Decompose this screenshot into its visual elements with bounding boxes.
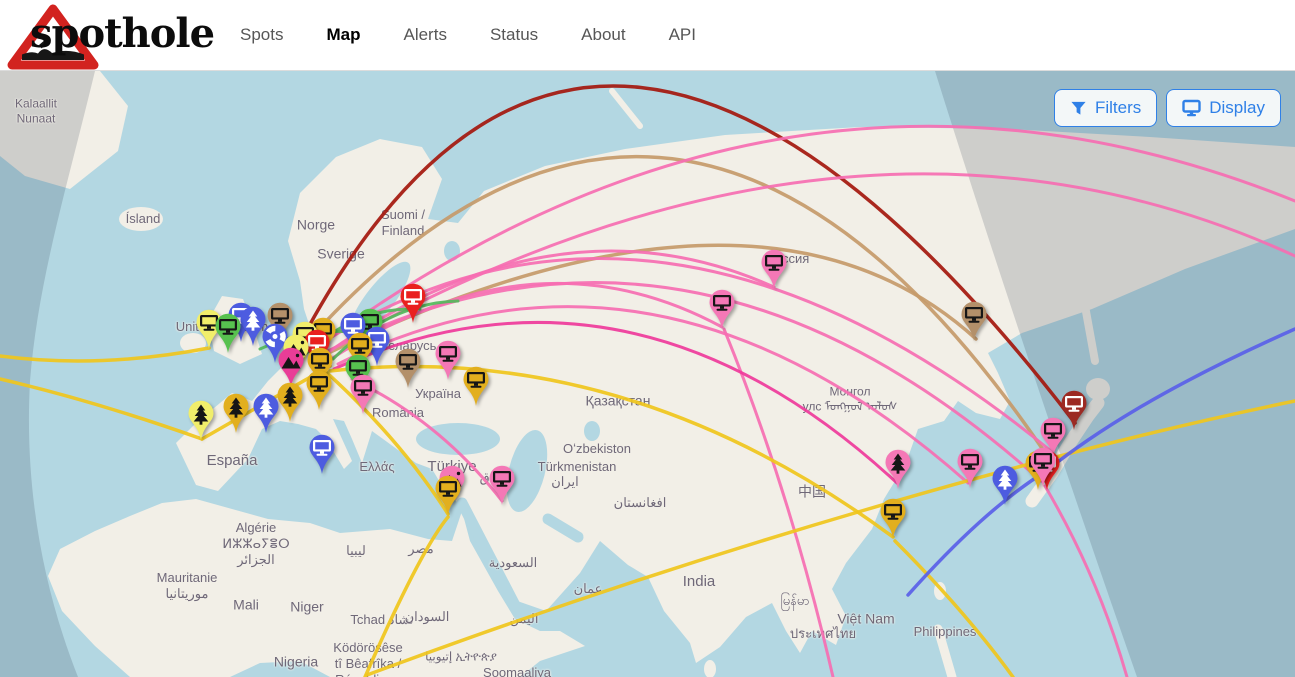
map-pin-monitor[interactable] <box>959 300 989 342</box>
spot-paths-layer <box>0 71 1295 677</box>
spot-arc <box>322 259 1051 451</box>
spot-arc <box>0 379 202 439</box>
map-pin-tree[interactable] <box>883 448 913 490</box>
nav-alerts[interactable]: Alerts <box>403 25 446 45</box>
map-pin-tree[interactable] <box>186 399 216 441</box>
map-pin-tree[interactable] <box>221 392 251 434</box>
display-button-label: Display <box>1209 98 1265 118</box>
map-pin-monitor[interactable] <box>1028 446 1058 488</box>
nav-spots[interactable]: Spots <box>240 25 283 45</box>
map-pin-tree[interactable] <box>251 392 281 434</box>
spot-arc <box>365 517 448 677</box>
spot-arc <box>342 174 1295 343</box>
map-pin-monitor[interactable] <box>487 464 517 506</box>
map-pin-monitor[interactable] <box>398 282 428 324</box>
brand-name: spothole <box>30 1 214 67</box>
map-pin-monitor[interactable] <box>461 365 491 407</box>
map-pin-monitor[interactable] <box>759 248 789 290</box>
map-pin-tree[interactable] <box>990 464 1020 506</box>
display-icon <box>1182 99 1201 117</box>
map-pin-monitor[interactable] <box>393 347 423 389</box>
filters-button-label: Filters <box>1095 98 1141 118</box>
map-pin-monitor[interactable] <box>307 433 337 475</box>
map-pin-monitor[interactable] <box>878 497 908 539</box>
spot-arc <box>895 541 1013 677</box>
display-button[interactable]: Display <box>1166 89 1281 127</box>
spot-arc <box>0 348 209 361</box>
filter-icon <box>1070 100 1087 117</box>
logo[interactable]: spothole <box>4 1 214 69</box>
nav-map[interactable]: Map <box>326 25 360 45</box>
map-pin-monitor[interactable] <box>348 373 378 415</box>
map-pin-monitor[interactable] <box>433 474 463 516</box>
map-controls: Filters Display <box>1054 89 1281 127</box>
map-pin-monitor[interactable] <box>707 288 737 330</box>
spot-arc <box>367 401 1295 675</box>
map-pin-monitor[interactable] <box>213 312 243 354</box>
nav-api[interactable]: API <box>669 25 696 45</box>
spot-arc <box>330 367 893 537</box>
app-header: spothole Spots Map Alerts Status About API <box>0 0 1295 70</box>
nav-about[interactable]: About <box>581 25 625 45</box>
spot-arc <box>724 329 833 677</box>
map-pin-monitor[interactable] <box>955 447 985 489</box>
map-pin-monitor[interactable] <box>433 339 463 381</box>
spot-arc <box>1045 486 1127 677</box>
main-nav: Spots Map Alerts Status About API <box>240 0 696 70</box>
nav-status[interactable]: Status <box>490 25 538 45</box>
filters-button[interactable]: Filters <box>1054 89 1157 127</box>
map-pin-monitor[interactable] <box>304 369 334 411</box>
map-canvas[interactable]: Kalaallit NunaatÍslandNorgeSverigeSuomi … <box>0 70 1295 677</box>
